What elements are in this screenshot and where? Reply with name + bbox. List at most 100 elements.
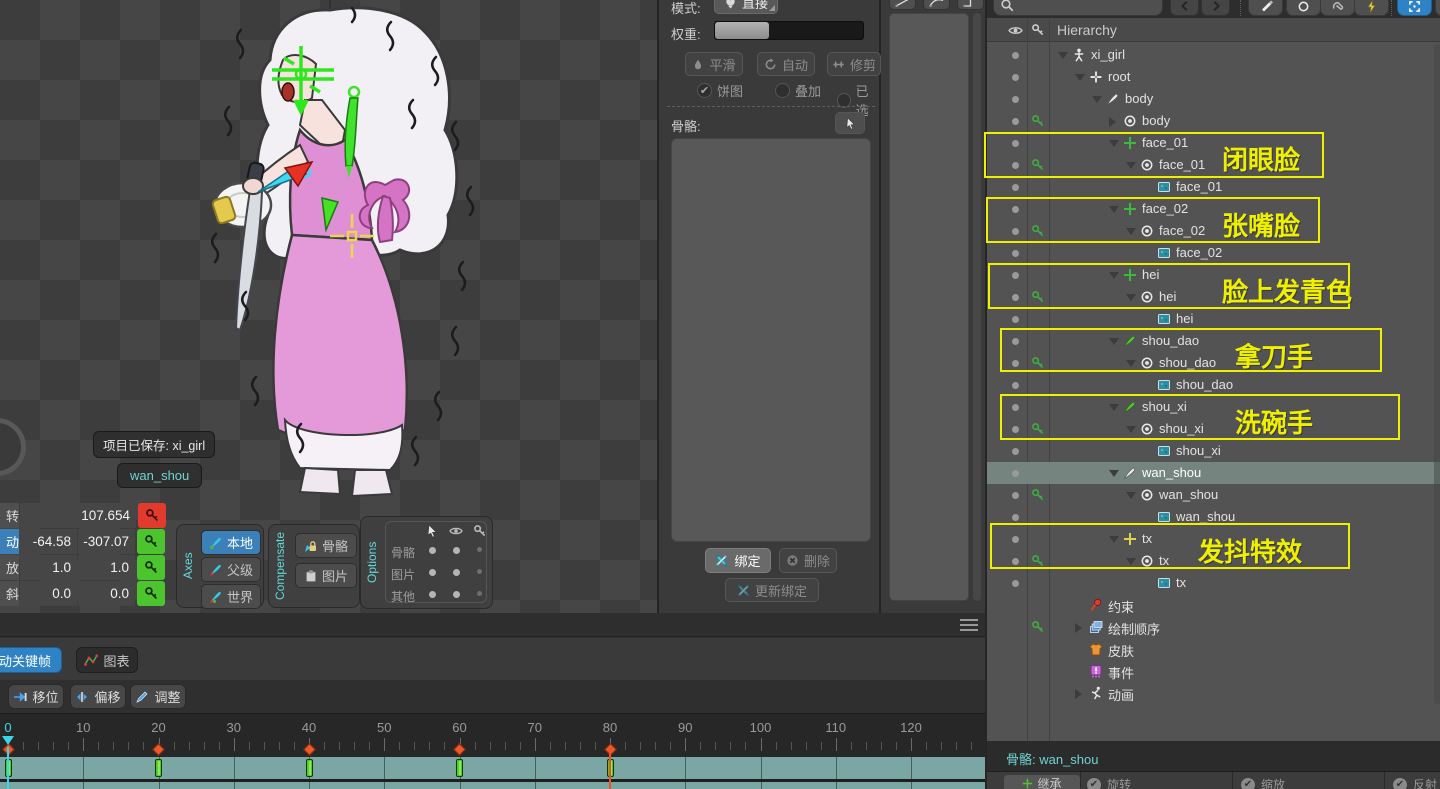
view-dial[interactable] <box>0 418 26 476</box>
axes-button-3[interactable]: 世界 <box>201 584 261 609</box>
axes-button-2[interactable]: 父级 <box>201 557 261 582</box>
back-button[interactable] <box>1170 0 1199 16</box>
bind-button[interactable]: 绑定 <box>705 548 771 573</box>
visibility-dot[interactable] <box>1012 470 1019 477</box>
compensate-button-2[interactable]: 图片 <box>295 563 357 588</box>
dopesheet-keyframe[interactable] <box>155 759 162 777</box>
keyframe-diamond[interactable] <box>152 743 165 756</box>
checkbox-2[interactable]: 叠加 <box>775 81 821 100</box>
visibility-dot[interactable] <box>1012 118 1019 125</box>
search-input[interactable] <box>993 0 1163 16</box>
key-button[interactable] <box>138 503 166 528</box>
bound-bones-list[interactable] <box>671 138 871 542</box>
tree-row-wan_shou[interactable]: wan_shou <box>987 484 1440 506</box>
footer-check-2[interactable]: ✔缩放 <box>1241 776 1285 789</box>
hierarchy-scrollbar[interactable] <box>1434 44 1440 704</box>
timeline-menu-icon[interactable] <box>960 619 978 631</box>
transform-value[interactable]: 107.654 <box>20 503 136 528</box>
create-tool-button[interactable] <box>1248 0 1283 16</box>
transform-value[interactable]: 0.0 <box>78 581 135 606</box>
expander-down-icon[interactable] <box>1126 492 1136 499</box>
tree-row-body[interactable]: body <box>987 88 1440 110</box>
tool-button-1[interactable]: 移位 <box>8 684 64 709</box>
visibility-dot[interactable] <box>1012 52 1019 59</box>
graph-scrollbar[interactable] <box>973 13 981 601</box>
options-toggle[interactable] <box>477 591 482 596</box>
transform-row-label[interactable]: 转 <box>0 503 19 528</box>
transform-value[interactable]: -307.07 <box>78 529 135 554</box>
tree-row-tx[interactable]: tx <box>987 572 1440 594</box>
tool-button-2[interactable]: 偏移 <box>70 684 126 709</box>
footer-check-1[interactable]: ✔旋转 <box>1087 776 1131 789</box>
transform-value[interactable]: 0.0 <box>20 581 77 606</box>
tree-row-约束[interactable]: 约束 <box>987 594 1440 616</box>
key-button[interactable] <box>137 529 165 554</box>
playhead-triangle[interactable] <box>2 736 14 745</box>
key-button[interactable] <box>137 581 165 606</box>
dopesheet-row[interactable] <box>0 757 985 779</box>
transform-value[interactable]: -64.58 <box>20 529 77 554</box>
viewport[interactable]: 项目已保存: xi_girl wan_shou 转107.654动-64.58-… <box>0 0 657 613</box>
tree-row-事件[interactable]: 事件 <box>987 660 1440 682</box>
tree-row-root[interactable]: root <box>987 66 1440 88</box>
keyframe-diamond[interactable] <box>453 743 466 756</box>
footer-check-3[interactable]: ✔反射 <box>1393 776 1437 789</box>
visibility-column-icon[interactable] <box>1008 23 1023 38</box>
pose-tool-button[interactable] <box>1397 0 1432 16</box>
options-toggle[interactable] <box>429 547 436 554</box>
transform-value[interactable]: 1.0 <box>78 555 135 580</box>
expander-right-icon[interactable] <box>1109 117 1116 127</box>
tool-button-3[interactable]: 调整 <box>130 684 186 709</box>
axes-button-1[interactable]: 本地 <box>201 530 261 555</box>
select-bones-button[interactable] <box>835 112 865 134</box>
autokey-button[interactable]: 动关键帧 <box>0 647 62 673</box>
dopesheet-keyframe[interactable] <box>306 759 313 777</box>
key-icon[interactable] <box>1031 620 1045 634</box>
tree-row-face_02[interactable]: face_02 <box>987 242 1440 264</box>
expander-down-icon[interactable] <box>1058 52 1068 59</box>
remove-button[interactable]: 删除 <box>779 548 837 573</box>
visibility-dot[interactable] <box>1012 96 1019 103</box>
tree-row-动画[interactable]: 动画 <box>987 682 1440 704</box>
visibility-dot[interactable] <box>1012 250 1019 257</box>
transform-row-label[interactable]: 斜 <box>0 581 19 606</box>
tree-row-shou_xi[interactable]: shou_xi <box>987 440 1440 462</box>
visibility-dot[interactable] <box>1012 448 1019 455</box>
playhead-line[interactable] <box>7 747 9 789</box>
curve-linear-button[interactable] <box>889 0 916 10</box>
key-column-icon[interactable] <box>1031 23 1045 37</box>
tree-row-body[interactable]: body <box>987 110 1440 132</box>
weight-slider-handle[interactable] <box>715 22 769 39</box>
mode-dropdown[interactable]: 直接 <box>714 0 778 14</box>
options-toggle[interactable] <box>429 591 436 598</box>
tree-row-xi_girl[interactable]: xi_girl <box>987 44 1440 66</box>
expander-down-icon[interactable] <box>1092 96 1102 103</box>
key-icon[interactable] <box>1031 114 1045 128</box>
prune-button[interactable]: 修剪 <box>827 52 881 76</box>
key-button[interactable] <box>137 555 165 580</box>
update-bind-button[interactable]: 更新绑定 <box>725 578 819 602</box>
tree-row-wan_shou[interactable]: wan_shou <box>987 462 1440 484</box>
visibility-dot[interactable] <box>1012 580 1019 587</box>
checkbox-1[interactable]: ✔饼图 <box>697 81 743 100</box>
expander-down-icon[interactable] <box>1075 74 1085 81</box>
transform-value[interactable]: 1.0 <box>20 555 77 580</box>
visibility-dot[interactable] <box>1012 184 1019 191</box>
key-icon[interactable] <box>1031 488 1045 502</box>
extra-tool-button[interactable] <box>1435 0 1440 16</box>
curve-bezier-button[interactable] <box>923 0 950 10</box>
visibility-dot[interactable] <box>1012 74 1019 81</box>
options-toggle[interactable] <box>477 547 482 552</box>
visibility-dot[interactable] <box>1012 382 1019 389</box>
visibility-dot[interactable] <box>1012 316 1019 323</box>
tree-row-face_01[interactable]: face_01 <box>987 176 1440 198</box>
expander-right-icon[interactable] <box>1075 689 1082 699</box>
tree-row-皮肤[interactable]: 皮肤 <box>987 638 1440 660</box>
visibility-dot[interactable] <box>1012 492 1019 499</box>
key-tool-button[interactable] <box>1354 0 1389 16</box>
expander-right-icon[interactable] <box>1075 623 1082 633</box>
tree-row-shou_dao[interactable]: shou_dao <box>987 374 1440 396</box>
options-toggle[interactable] <box>453 547 460 554</box>
tree-row-hei[interactable]: hei <box>987 308 1440 330</box>
dopesheet-keyframe[interactable] <box>456 759 463 777</box>
